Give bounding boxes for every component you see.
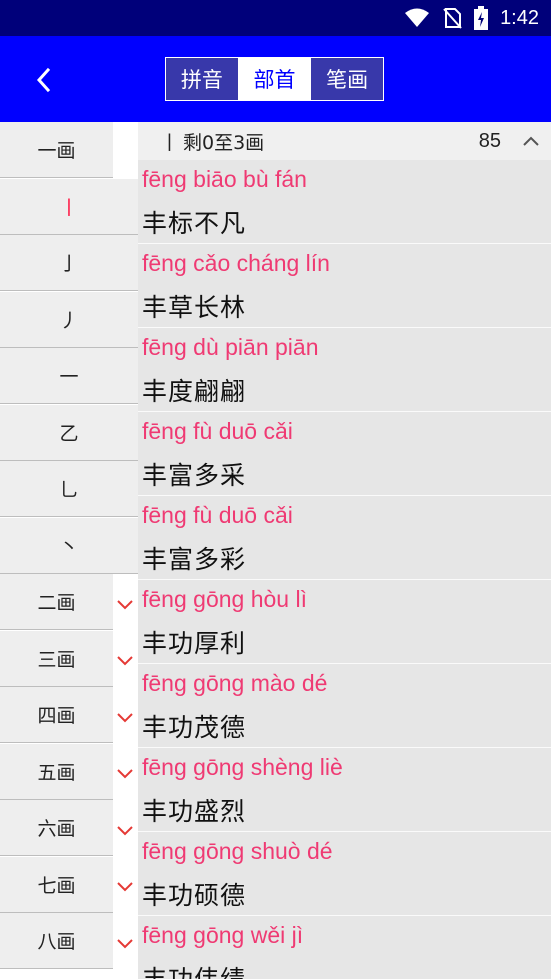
idiom-list: fēng biāo bù fán 丰标不凡 fēng cǎo cháng lín… <box>138 160 551 979</box>
word-hanzi: 丰功盛烈 <box>142 797 247 826</box>
word-pinyin: fēng fù duō cǎi <box>142 502 293 528</box>
word-pinyin: fēng cǎo cháng lín <box>142 250 330 276</box>
radical-sidebar: 一画 丨 亅 丿 一 乙 乚 丶 二画 三画 四画 五画 六画 七画 八画 <box>0 122 138 979</box>
sidebar-item-radical[interactable]: 亅 <box>0 235 138 291</box>
status-time: 1:42 <box>500 6 539 29</box>
current-radical: 丨 <box>160 131 180 154</box>
sidebar-group-8-strokes[interactable]: 八画 <box>0 913 113 969</box>
sidebar-item-radical[interactable]: 丶 <box>0 518 138 574</box>
word-hanzi: 丰标不凡 <box>142 209 247 238</box>
word-pinyin: fēng gōng hòu lì <box>142 586 307 612</box>
tab-pinyin[interactable]: 拼音 <box>166 58 238 100</box>
word-hanzi: 丰功伟绩 <box>142 960 246 979</box>
list-item[interactable]: fēng gōng mào dé 丰功茂德 <box>138 664 551 748</box>
list-item[interactable]: fēng gōng wěi jì 丰功伟绩 <box>138 916 551 979</box>
list-item[interactable]: fēng dù piān piān 丰度翩翩 <box>138 328 551 412</box>
wifi-icon <box>405 8 430 27</box>
list-item[interactable]: fēng cǎo cháng lín 丰草长林 <box>138 244 551 328</box>
list-header: 丨 剩0至3画 85 <box>138 122 551 160</box>
word-hanzi: 丰度翩翩 <box>142 377 247 406</box>
sidebar-group-3-strokes[interactable]: 三画 <box>0 631 113 687</box>
collapse-up-icon[interactable] <box>521 131 541 151</box>
app-bar: 拼音 部首 笔画 <box>0 36 551 122</box>
search-mode-tabs: 拼音 部首 笔画 <box>165 57 384 101</box>
sidebar-item-radical[interactable]: 乙 <box>0 405 138 461</box>
sidebar-group-5-strokes[interactable]: 五画 <box>0 744 113 800</box>
stroke-range-label: 剩0至3画 <box>183 131 265 154</box>
chevron-down-icon[interactable] <box>115 650 135 670</box>
list-item[interactable]: fēng fù duō cǎi 丰富多彩 <box>138 496 551 580</box>
word-pinyin: fēng gōng mào dé <box>142 670 328 696</box>
sidebar-item-radical[interactable]: 一 <box>0 348 138 404</box>
sidebar-group-1-stroke[interactable]: 一画 <box>0 122 113 178</box>
tab-stroke[interactable]: 笔画 <box>310 58 384 100</box>
list-item[interactable]: fēng biāo bù fán 丰标不凡 <box>138 160 551 244</box>
chevron-down-icon[interactable] <box>115 820 135 840</box>
list-item[interactable]: fēng gōng shuò dé 丰功硕德 <box>138 832 551 916</box>
chevron-up-icon[interactable] <box>115 140 135 160</box>
word-pinyin: fēng gōng wěi jì <box>142 922 304 948</box>
result-count: 85 <box>478 129 501 152</box>
chevron-down-icon[interactable] <box>115 707 135 727</box>
chevron-down-icon[interactable] <box>115 594 135 614</box>
sidebar-group-7-strokes[interactable]: 七画 <box>0 857 113 913</box>
back-button[interactable] <box>24 60 64 100</box>
word-hanzi: 丰功茂德 <box>142 713 247 742</box>
word-pinyin: fēng gōng shèng liè <box>142 754 343 780</box>
sidebar-item-radical[interactable]: 乚 <box>0 461 138 517</box>
word-hanzi: 丰功硕德 <box>142 881 247 910</box>
sidebar-item-radical[interactable]: 丨 <box>0 179 138 235</box>
tab-radical[interactable]: 部首 <box>237 58 311 100</box>
list-item[interactable]: fēng fù duō cǎi 丰富多采 <box>138 412 551 496</box>
word-hanzi: 丰富多彩 <box>142 545 247 574</box>
word-pinyin: fēng fù duō cǎi <box>142 418 293 444</box>
word-pinyin: fēng biāo bù fán <box>142 166 307 192</box>
sidebar-item-radical[interactable]: 丿 <box>0 292 138 348</box>
list-item[interactable]: fēng gōng hòu lì 丰功厚利 <box>138 580 551 664</box>
sidebar-group-6-strokes[interactable]: 六画 <box>0 800 113 856</box>
list-item[interactable]: fēng gōng shèng liè 丰功盛烈 <box>138 748 551 832</box>
sidebar-group-2-strokes[interactable]: 二画 <box>0 574 113 630</box>
no-sim-icon <box>443 8 462 29</box>
chevron-down-icon[interactable] <box>115 876 135 896</box>
status-bar: 1:42 <box>0 0 551 36</box>
word-pinyin: fēng gōng shuò dé <box>142 838 333 864</box>
chevron-down-icon[interactable] <box>115 763 135 783</box>
chevron-left-icon <box>36 67 51 93</box>
status-icons: 1:42 <box>404 0 539 36</box>
sidebar-group-4-strokes[interactable]: 四画 <box>0 687 113 743</box>
word-hanzi: 丰富多采 <box>142 461 247 490</box>
word-pinyin: fēng dù piān piān <box>142 334 319 360</box>
battery-charging-icon <box>474 6 489 30</box>
chevron-down-icon[interactable] <box>115 933 135 953</box>
word-hanzi: 丰草长林 <box>142 293 247 322</box>
word-hanzi: 丰功厚利 <box>142 629 247 658</box>
